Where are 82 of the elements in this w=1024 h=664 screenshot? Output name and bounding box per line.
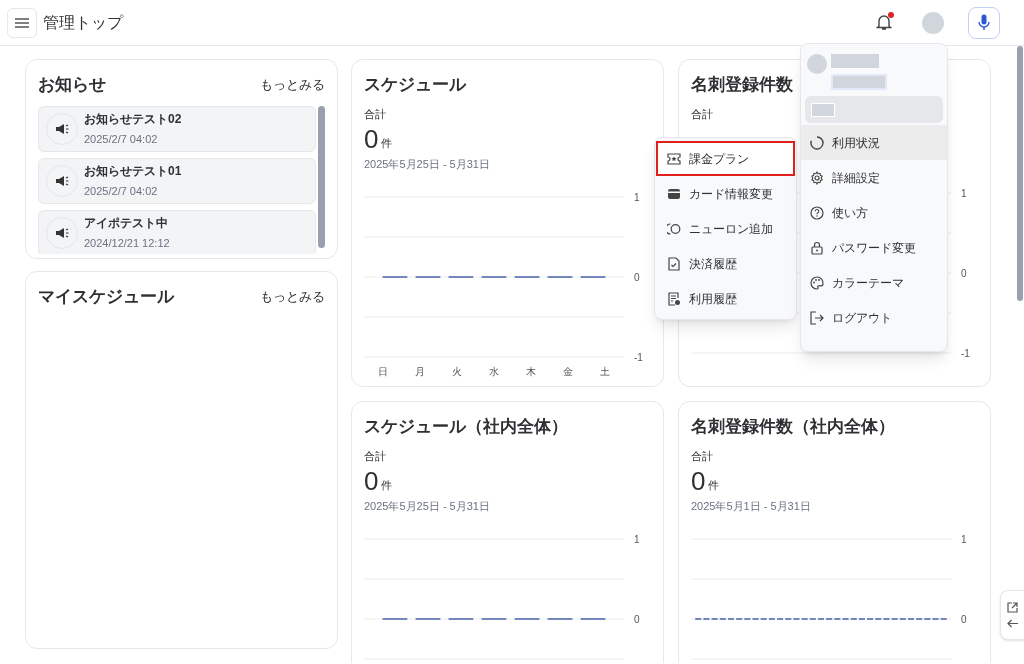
news-date: 2025/2/7 04:02 [84, 183, 159, 199]
microphone-icon [978, 14, 990, 31]
axis-category-label: 日 [377, 365, 388, 377]
menu-item[interactable]: 課金プラン [656, 141, 795, 176]
count-value: 0 [364, 468, 379, 494]
news-date: 2024/12/21 12:12 [84, 235, 170, 251]
document-check-icon [667, 256, 681, 271]
axis-tick-label: 0 [961, 613, 967, 625]
date-range: 2025年5月1日 - 5月31日 [691, 499, 812, 514]
count-unit: 件 [381, 135, 393, 151]
total-label: 合計 [691, 106, 713, 122]
card-title: 名刺登録件数（社内全体） [691, 416, 895, 438]
page-scrollbar[interactable] [1017, 46, 1023, 301]
palette-icon [810, 275, 824, 290]
card-title: お知らせ [38, 74, 106, 96]
logout-icon [810, 310, 824, 325]
news-item[interactable]: アイポテスト中 2024/12/21 12:12 [38, 209, 316, 254]
news-title: アイポテスト中 [84, 214, 169, 232]
axis-tick-label: 1 [634, 533, 640, 545]
date-range: 2025年5月25日 - 5月31日 [364, 157, 491, 172]
date-range: 2025年5月25日 - 5月31日 [364, 499, 491, 514]
axis-category-label: 木 [526, 365, 537, 377]
redacted-block [831, 74, 887, 90]
axis-category-label: 土 [600, 365, 611, 377]
axis-category-label: 金 [563, 365, 574, 377]
microphone-button[interactable] [968, 6, 1000, 39]
menu-item[interactable]: カード情報変更 [656, 176, 795, 211]
card-title: スケジュール [364, 74, 466, 96]
axis-category-label: 水 [489, 365, 499, 377]
axis-category-label: 火 [451, 365, 462, 377]
circles-icon [667, 221, 681, 236]
axis-tick-label: -1 [634, 351, 643, 363]
bell-icon [876, 14, 892, 31]
help-icon [810, 205, 824, 220]
news-date: 2025/2/7 04:02 [84, 131, 159, 147]
total-label: 合計 [364, 448, 386, 464]
axis-category-label: 月 [414, 365, 425, 377]
settings-icon [810, 170, 824, 185]
axis-tick-label: -1 [961, 348, 970, 359]
axis-tick-label: 0 [961, 268, 967, 279]
page-title: 管理トップ [43, 12, 123, 33]
axis-tick-label: 1 [961, 188, 967, 199]
axis-tick-label: 0 [634, 613, 640, 625]
axis-tick-label: 1 [961, 533, 967, 545]
menu-item[interactable]: 詳細設定 [801, 160, 947, 195]
lock-icon [810, 240, 824, 255]
menu-item[interactable]: 決済履歴 [656, 246, 795, 281]
card-title: 名刺登録件数 [691, 74, 793, 96]
count-unit: 件 [708, 477, 720, 493]
menu-item[interactable]: パスワード変更 [801, 230, 947, 265]
redacted-block [831, 54, 879, 68]
count-value: 0 [691, 468, 706, 494]
menu-item[interactable]: 利用履歴 [656, 281, 795, 316]
avatar [807, 54, 827, 74]
document-clock-icon [667, 291, 681, 306]
card-title: スケジュール（社内全体） [364, 416, 568, 438]
menu-item[interactable]: 利用状況 [801, 125, 947, 160]
card-title: マイスケジュール [38, 286, 174, 308]
ticket-star-icon [667, 151, 681, 166]
total-label: 合計 [364, 106, 386, 122]
arrow-left-icon[interactable] [1006, 619, 1018, 628]
redacted-block [811, 102, 835, 117]
axis-tick-label: 0 [634, 271, 640, 283]
count-unit: 件 [381, 477, 393, 493]
news-title: お知らせテスト02 [84, 110, 182, 128]
external-link-icon[interactable] [1006, 602, 1018, 613]
menu-item[interactable]: 使い方 [801, 195, 947, 230]
menu-item[interactable]: ニューロン追加 [656, 211, 795, 246]
card-icon [667, 186, 681, 201]
more-link[interactable]: もっとみる [260, 75, 325, 95]
news-title: お知らせテスト01 [84, 162, 182, 180]
menu-button[interactable] [7, 7, 37, 38]
axis-tick-label: 1 [634, 191, 640, 203]
total-label: 合計 [691, 448, 713, 464]
menu-item[interactable]: ログアウト [801, 300, 947, 335]
scrollbar[interactable] [318, 105, 325, 248]
menu-item[interactable]: カラーテーマ [801, 265, 947, 300]
menu-icon [15, 17, 29, 28]
count-value: 0 [364, 126, 379, 152]
news-item[interactable]: お知らせテスト01 2025/2/7 04:02 [38, 157, 316, 204]
news-item[interactable]: お知らせテスト02 2025/2/7 04:02 [38, 105, 316, 152]
more-link[interactable]: もっとみる [260, 287, 325, 307]
